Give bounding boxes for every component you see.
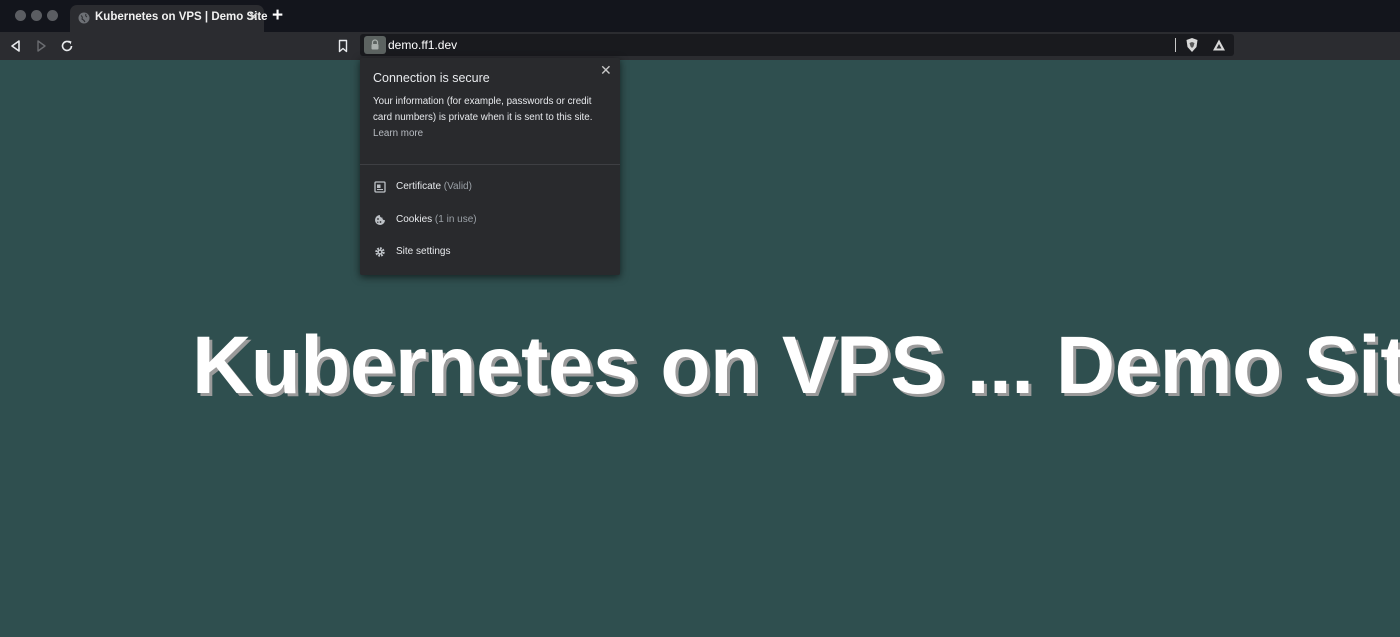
globe-icon <box>78 12 90 24</box>
certificate-icon <box>374 181 386 193</box>
cookies-row[interactable]: Cookies (1 in use) <box>374 212 604 228</box>
minimize-window-button[interactable] <box>31 10 42 21</box>
certificate-label: Certificate (Valid) <box>396 181 472 192</box>
url-text[interactable]: demo.ff1.dev <box>388 38 457 52</box>
certificate-name: Certificate <box>396 181 442 192</box>
forward-icon[interactable] <box>33 38 49 54</box>
window-titlebar: Kubernetes on VPS | Demo Site ✕ + <box>0 0 1400 32</box>
cookie-icon <box>375 215 385 225</box>
description-text: Your information (for example, passwords… <box>373 96 593 123</box>
popup-description: Your information (for example, passwords… <box>373 94 613 142</box>
popup-divider <box>360 164 620 165</box>
site-settings-row[interactable]: Site settings <box>374 244 604 260</box>
bookmark-icon[interactable] <box>335 38 351 54</box>
page-heading: Kubernetes on VPS ... Demo Site <box>192 320 1400 411</box>
address-bar-divider <box>1175 38 1176 52</box>
popup-title: Connection is secure <box>373 71 490 85</box>
popup-close-icon[interactable]: ✕ <box>600 62 612 78</box>
maximize-window-button[interactable] <box>47 10 58 21</box>
tab-title: Kubernetes on VPS | Demo Site <box>95 11 268 23</box>
brave-rewards-icon[interactable] <box>1211 37 1227 53</box>
reload-icon[interactable] <box>59 38 75 54</box>
back-icon[interactable] <box>8 38 24 54</box>
close-window-button[interactable] <box>15 10 26 21</box>
site-info-button[interactable] <box>364 36 386 54</box>
cookies-label: Cookies (1 in use) <box>396 214 477 225</box>
address-bar[interactable]: demo.ff1.dev <box>360 34 1234 56</box>
brave-shields-icon[interactable] <box>1184 37 1200 53</box>
cookies-count: (1 in use) <box>434 214 477 225</box>
gear-icon <box>375 247 385 257</box>
learn-more-link[interactable]: Learn more <box>373 128 423 139</box>
site-settings-label: Site settings <box>396 246 451 257</box>
browser-tab[interactable]: Kubernetes on VPS | Demo Site ✕ <box>70 5 268 32</box>
tab-close-icon[interactable]: ✕ <box>248 9 259 25</box>
certificate-row[interactable]: Certificate (Valid) <box>374 179 604 195</box>
lock-icon <box>371 39 379 50</box>
new-tab-button[interactable]: + <box>272 6 283 26</box>
site-info-popup: Connection is secure ✕ Your information … <box>360 58 620 275</box>
cookies-name: Cookies <box>396 214 433 225</box>
certificate-status: (Valid) <box>443 181 472 192</box>
